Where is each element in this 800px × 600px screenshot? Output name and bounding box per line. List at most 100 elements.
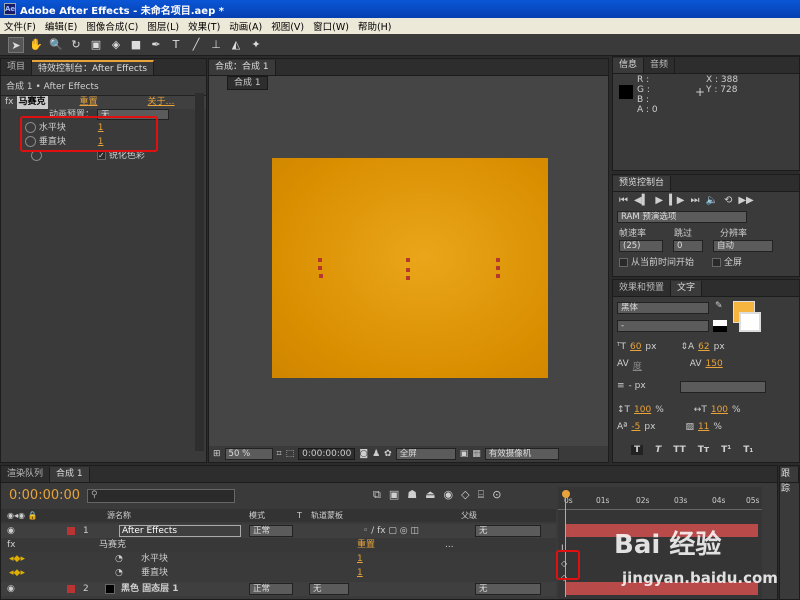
about-link[interactable]: 关于… xyxy=(148,96,175,109)
stroke-color-swatch[interactable] xyxy=(739,312,761,332)
stroke-type-dropdown[interactable] xyxy=(679,381,766,393)
graph-editor-icon[interactable]: ⌸ xyxy=(478,488,485,502)
layer-switches[interactable]: ◦ / fx ▢ ◎ ◫ xyxy=(363,524,419,538)
resolution-dropdown[interactable]: 全屏 xyxy=(395,448,456,460)
subscript-button[interactable]: T₁ xyxy=(743,445,753,455)
fullscreen-checkbox[interactable] xyxy=(712,258,722,267)
eyedropper-icon[interactable]: ✎ xyxy=(715,301,723,311)
comp-subtab[interactable]: 合成 1 xyxy=(227,76,268,90)
first-frame-icon[interactable]: ⏮ xyxy=(619,195,628,206)
scrollbar[interactable] xyxy=(195,93,204,451)
param-value[interactable]: 1 xyxy=(357,552,363,566)
time-ruler[interactable]: 0s 01s 02s 03s 04s 05s xyxy=(558,496,762,510)
layer-parent-dropdown[interactable]: 无 xyxy=(475,525,541,537)
faux-bold-button[interactable]: T xyxy=(631,445,644,455)
tsume-value[interactable]: 11 xyxy=(698,422,709,432)
layer-name[interactable]: After Effects xyxy=(119,525,241,537)
stopwatch-icon[interactable]: ◔ xyxy=(115,566,123,580)
pan-behind-tool-icon[interactable]: ◈ xyxy=(108,37,124,53)
composition-canvas[interactable] xyxy=(272,158,548,378)
black-white-icon[interactable] xyxy=(713,320,727,332)
layer-mode-dropdown[interactable]: 正常 xyxy=(249,525,293,537)
text-tool-icon[interactable]: T xyxy=(168,37,184,53)
keyframe-nav-icon[interactable]: ◂◆▸ xyxy=(9,552,25,566)
motion-blur-icon[interactable]: ◉ xyxy=(444,488,454,502)
draft-3d-icon[interactable]: ▣ xyxy=(389,488,399,502)
selection-tool-icon[interactable]: ➤ xyxy=(8,36,24,53)
clone-tool-icon[interactable]: ⊥ xyxy=(208,37,224,53)
region-icon[interactable]: ▣ xyxy=(460,449,469,459)
zoom-tool-icon[interactable]: 🔍 xyxy=(48,37,64,53)
menu-composition[interactable]: 图像合成(C) xyxy=(86,19,138,33)
track-matte-dropdown[interactable]: 无 xyxy=(309,583,349,595)
auto-keyframe-icon[interactable]: ⊙ xyxy=(492,488,501,502)
layer-row-1[interactable]: ◉ 1 After Effects 正常 ◦ / fx ▢ ◎ ◫ 无 xyxy=(1,524,556,538)
eye-icon[interactable]: ◉ xyxy=(7,524,15,538)
tab-preview[interactable]: 预览控制台 xyxy=(613,176,672,191)
camera-tool-icon[interactable]: ▣ xyxy=(88,37,104,53)
zoom-dropdown[interactable]: 50 % xyxy=(224,448,273,460)
hide-shy-icon[interactable]: ☗ xyxy=(407,488,417,502)
framerate-dropdown[interactable]: (25) xyxy=(619,240,663,252)
ram-preview-dropdown[interactable]: RAM 预演选项 xyxy=(617,211,747,223)
brainstorm-icon[interactable]: ◇ xyxy=(461,488,469,502)
keyframe-nav-icon[interactable]: ◂◆▸ xyxy=(9,566,25,580)
current-time-display[interactable]: 0:00:00:00 xyxy=(9,488,80,503)
play-icon[interactable]: ▶ xyxy=(655,195,663,206)
menu-help[interactable]: 帮助(H) xyxy=(358,19,392,33)
stroke-width-value[interactable]: - px xyxy=(629,381,646,393)
next-frame-icon[interactable]: ▍▶ xyxy=(669,195,684,206)
tab-render-queue[interactable]: 渲染队列 xyxy=(1,467,51,482)
leading-value[interactable]: 62 xyxy=(698,342,709,352)
tab-audio[interactable]: 音频 xyxy=(644,58,676,73)
safe-zone-icon[interactable]: ⌗ xyxy=(277,449,282,459)
loop-icon[interactable]: ⟲ xyxy=(724,195,732,206)
font-style-dropdown[interactable]: - xyxy=(617,320,709,332)
tab-composition[interactable]: 合成：合成 1 xyxy=(209,60,276,75)
label-color[interactable] xyxy=(67,585,75,593)
from-current-checkbox[interactable] xyxy=(619,258,628,267)
effect-name[interactable]: 马赛克 xyxy=(99,538,126,552)
mask-view-icon[interactable]: ⬚ xyxy=(286,449,295,459)
font-dropdown[interactable]: 黑体 xyxy=(617,302,709,314)
fx-icon[interactable]: fx xyxy=(5,96,14,109)
layer-row-2[interactable]: ◉ 2 黑色 固态层 1 正常 无 无 xyxy=(1,582,556,596)
layer-parent-dropdown[interactable]: 无 xyxy=(475,583,541,595)
menu-effect[interactable]: 效果(T) xyxy=(188,19,220,33)
tracking-value[interactable]: 150 xyxy=(706,359,723,372)
eraser-tool-icon[interactable]: ◭ xyxy=(228,37,244,53)
tab-project[interactable]: 项目 xyxy=(1,60,33,75)
baseline-value[interactable]: -5 xyxy=(631,422,640,432)
vertical-scale-value[interactable]: 100 xyxy=(634,405,651,415)
resolution-dropdown[interactable]: 自动 xyxy=(713,240,773,252)
ram-preview-icon[interactable]: ▶▶ xyxy=(738,195,753,206)
channels-icon[interactable]: ✿ xyxy=(384,449,392,459)
pen-tool-icon[interactable]: ✒ xyxy=(148,37,164,53)
param-value[interactable]: 1 xyxy=(357,566,363,580)
search-input[interactable]: ⚲ xyxy=(87,489,235,503)
rotate-tool-icon[interactable]: ↻ xyxy=(68,37,84,53)
superscript-button[interactable]: T¹ xyxy=(721,445,731,455)
tab-info[interactable]: 信息 xyxy=(613,58,645,73)
audio-icon[interactable]: 🔈 xyxy=(705,195,717,206)
effect-name[interactable]: 马赛克 xyxy=(16,96,48,109)
snapshot-icon[interactable]: ◙ xyxy=(359,449,368,459)
horizontal-scale-value[interactable]: 100 xyxy=(711,405,728,415)
label-color[interactable] xyxy=(67,527,75,535)
brush-tool-icon[interactable]: ╱ xyxy=(188,37,204,53)
prev-frame-icon[interactable]: ◀▍ xyxy=(634,195,649,206)
mask-tool-icon[interactable]: ■ xyxy=(128,37,144,53)
menu-window[interactable]: 窗口(W) xyxy=(313,19,349,33)
transparency-icon[interactable]: ▦ xyxy=(472,449,481,459)
camera-dropdown[interactable]: 有效摄像机 xyxy=(484,448,559,460)
menu-animation[interactable]: 动画(A) xyxy=(229,19,262,33)
faux-italic-button[interactable]: T xyxy=(655,445,661,455)
font-size-value[interactable]: 60 xyxy=(630,342,641,352)
reset-link[interactable]: 重置 xyxy=(80,96,98,109)
grid-icon[interactable]: ⊞ xyxy=(213,449,221,459)
effect-reset[interactable]: 重置 xyxy=(357,538,375,552)
all-caps-button[interactable]: TT xyxy=(673,445,686,455)
layer-name[interactable]: 黑色 固态层 1 xyxy=(121,582,179,596)
sharpen-checkbox[interactable]: ✓ xyxy=(96,151,106,160)
skip-dropdown[interactable]: 0 xyxy=(673,240,703,252)
